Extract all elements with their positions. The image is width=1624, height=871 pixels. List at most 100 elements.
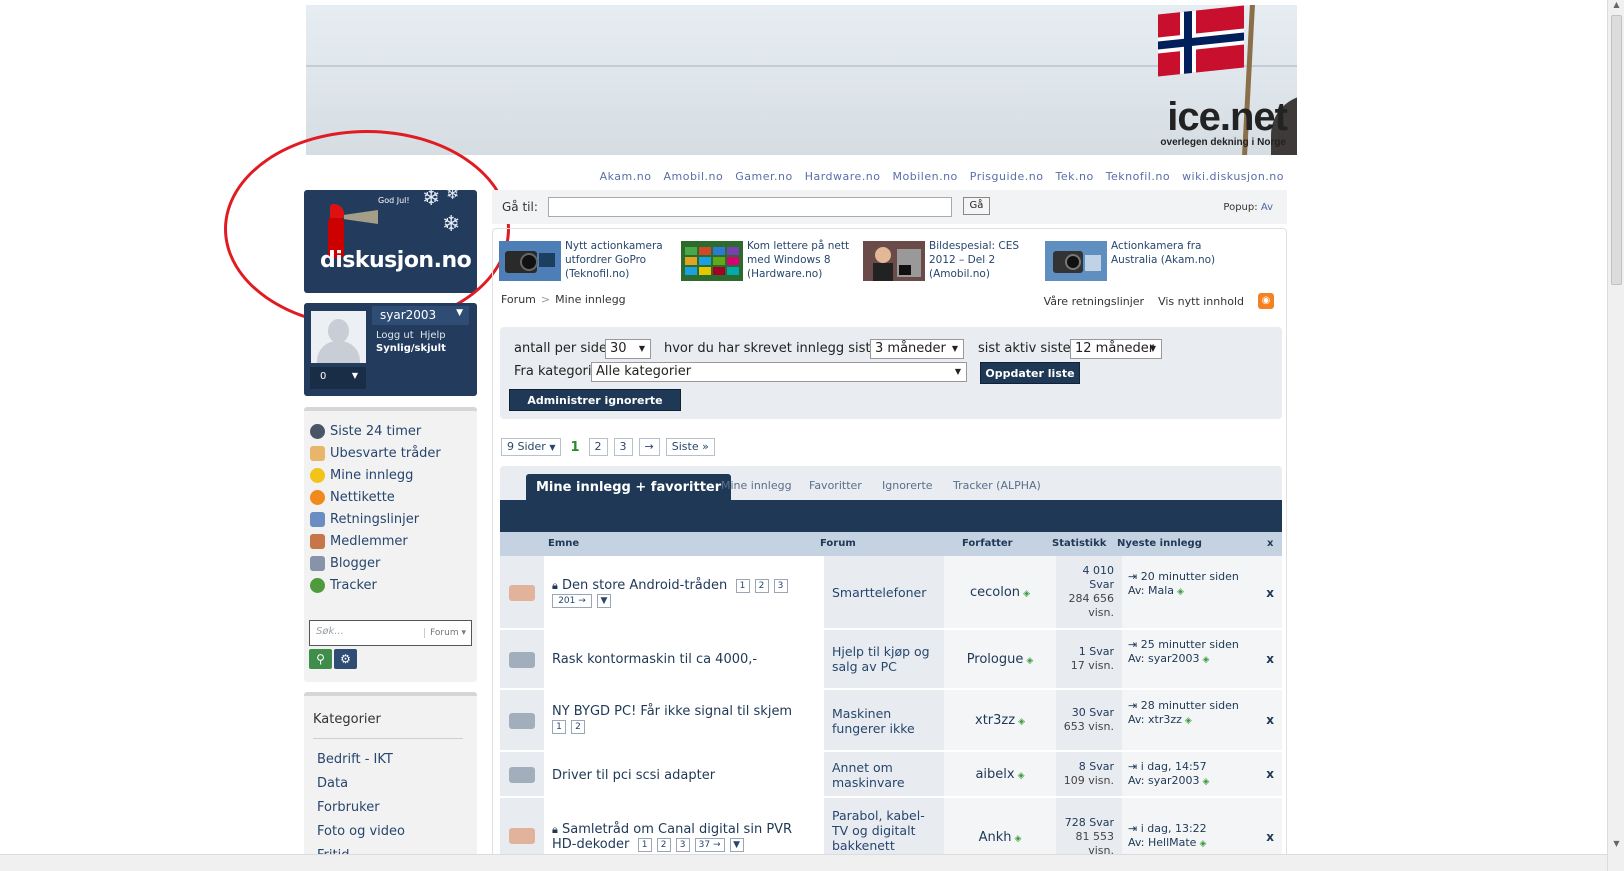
page-jump-dropdown[interactable]: 9 Sider ▼ <box>501 438 562 456</box>
topic-title[interactable]: Driver til pci scsi adapter <box>552 768 715 783</box>
nav-item-last-24h[interactable]: Siste 24 timer <box>310 421 421 441</box>
category-link[interactable]: Foto og video <box>317 824 405 839</box>
topic-page-link[interactable]: 37 → <box>694 837 725 852</box>
topic-title[interactable]: 🔒︎ Den store Android-tråden 123 201 → ▼ <box>552 578 793 608</box>
latest-post[interactable]: ⇥ i dag, 13:22 Av: HellMate ◈ <box>1128 822 1248 851</box>
notifications-dropdown[interactable]: 0 ▼ <box>310 367 366 389</box>
latest-post[interactable]: ⇥ 25 minutter siden Av: syar2003 ◈ <box>1128 638 1248 667</box>
popup-toggle[interactable]: Av <box>1261 202 1273 213</box>
last-page-link[interactable]: Siste » <box>665 438 715 456</box>
nav-item-blogs[interactable]: Blogger <box>310 553 380 573</box>
forum-link[interactable]: Parabol, kabel-TV og digitalt bakkenett <box>832 808 932 853</box>
help-link[interactable]: Hjelp <box>420 330 446 341</box>
visibility-toggle[interactable]: Synlig/skjult <box>376 343 446 354</box>
forum-link[interactable]: Hjelp til kjøp og salg av PC <box>832 644 942 674</box>
forum-link[interactable]: Smarttelefoner <box>832 585 926 600</box>
author-link[interactable]: aibelx ◈ <box>944 767 1056 782</box>
page-link[interactable]: 2 <box>588 438 608 456</box>
news-item[interactable]: Bildespesial: CES 2012 – Del 2 (Amobil.n… <box>863 239 1038 283</box>
author-link[interactable]: Prologue ◈ <box>944 652 1056 667</box>
tab-my-posts[interactable]: Mine innlegg <box>721 479 792 492</box>
rss-icon[interactable]: ◉ <box>1258 293 1274 309</box>
news-item[interactable]: Nytt actionkamera utfordrer GoPro (Tekno… <box>499 239 674 283</box>
search-button[interactable]: ⚲ <box>309 649 332 669</box>
topic-title[interactable]: Rask kontormaskin til ca 4000,- <box>552 652 757 667</box>
manage-ignored-button[interactable]: Administrer ignorerte emner <box>509 389 681 429</box>
nav-item-unanswered[interactable]: Ubesvarte tråder <box>310 443 441 463</box>
goto-button[interactable]: Gå <box>963 197 990 215</box>
network-link[interactable]: Amobil.no <box>663 170 723 183</box>
latest-post[interactable]: ⇥ 20 minutter siden Av: Mala ◈ <box>1128 570 1248 599</box>
network-link[interactable]: wiki.diskusjon.no <box>1182 170 1284 183</box>
scroll-thumb[interactable] <box>1611 15 1622 285</box>
topic-page-link[interactable]: 3 <box>675 837 690 852</box>
update-list-button[interactable]: Oppdater liste <box>980 362 1080 384</box>
per-page-select[interactable]: 30 ▼ <box>605 339 651 359</box>
forum-link[interactable]: Maskinen fungerer ikke <box>832 706 942 736</box>
forum-link[interactable]: Annet om maskinvare <box>832 760 942 790</box>
horizontal-scrollbar[interactable] <box>0 854 1607 871</box>
network-link[interactable]: Hardware.no <box>805 170 881 183</box>
topic-page-link[interactable]: 3 <box>773 578 788 593</box>
remove-topic-button[interactable]: x <box>1266 767 1274 781</box>
author-link[interactable]: xtr3zz ◈ <box>944 713 1056 728</box>
topic-title[interactable]: NY BYGD PC! Får ikke signal til skjem 12 <box>552 704 792 734</box>
author-link[interactable]: cecolon ◈ <box>944 585 1056 600</box>
search-scope-select[interactable]: Forum ▾ <box>424 628 466 638</box>
latest-post[interactable]: ⇥ i dag, 14:57 Av: syar2003 ◈ <box>1128 760 1248 789</box>
topic-page-link[interactable]: 2 <box>571 719 585 734</box>
site-logo[interactable]: God Jul! ❄ ❄ ❄ diskusjon.no <box>304 190 477 293</box>
nav-item-guidelines[interactable]: Retningslinjer <box>310 509 419 529</box>
topic-pages-dropdown[interactable]: ▼ <box>597 593 611 608</box>
news-item[interactable]: Kom lettere på nett med Windows 8 (Hardw… <box>681 239 861 283</box>
vertical-scrollbar[interactable]: ▲ ▼ <box>1607 0 1624 871</box>
remove-topic-button[interactable]: x <box>1266 713 1274 727</box>
tab-favorites[interactable]: Favoritter <box>809 479 862 492</box>
search-input[interactable]: Søk... Forum ▾ <box>309 620 472 646</box>
topic-page-link[interactable]: 1 <box>735 578 750 593</box>
topic-page-link[interactable]: 2 <box>656 837 671 852</box>
network-link[interactable]: Akam.no <box>600 170 652 183</box>
nav-item-tracker[interactable]: Tracker <box>310 575 377 595</box>
network-link[interactable]: Mobilen.no <box>893 170 958 183</box>
search-settings-button[interactable]: ⚙ <box>334 649 357 669</box>
network-link[interactable]: Gamer.no <box>735 170 792 183</box>
remove-topic-button[interactable]: x <box>1266 652 1274 666</box>
latest-post[interactable]: ⇥ 28 minutter siden Av: xtr3zz ◈ <box>1128 699 1248 728</box>
topic-page-link[interactable]: 2 <box>754 578 769 593</box>
remove-topic-button[interactable]: x <box>1266 830 1274 844</box>
author-link[interactable]: Ankh ◈ <box>944 830 1056 845</box>
next-page-button[interactable]: → <box>638 438 660 456</box>
network-link[interactable]: Tek.no <box>1056 170 1094 183</box>
scroll-down-icon[interactable]: ▼ <box>1608 839 1624 854</box>
nav-item-netiquette[interactable]: Nettikette <box>310 487 395 507</box>
topic-pages-dropdown[interactable]: ▼ <box>729 837 744 852</box>
category-select[interactable]: Alle kategorier ▼ <box>591 362 967 382</box>
category-link[interactable]: Data <box>317 776 348 791</box>
topic-page-link[interactable]: 201 → <box>552 593 592 608</box>
show-new-content-link[interactable]: Vis nytt innhold <box>1158 295 1244 308</box>
avatar[interactable] <box>311 311 366 363</box>
scroll-up-icon[interactable]: ▲ <box>1608 0 1624 15</box>
category-link[interactable]: Bedrift - IKT <box>317 752 393 767</box>
tab-ignored[interactable]: Ignorerte <box>882 479 933 492</box>
topic-page-link[interactable]: 1 <box>637 837 652 852</box>
posted-period-select[interactable]: 3 måneder ▼ <box>870 339 964 359</box>
ad-banner[interactable]: ice.net overlegen dekning i Norge <box>306 5 1297 155</box>
logout-link[interactable]: Logg ut <box>376 330 414 341</box>
tab-tracker[interactable]: Tracker (ALPHA) <box>953 479 1041 492</box>
page-link[interactable]: 3 <box>613 438 633 456</box>
topic-page-link[interactable]: 1 <box>552 719 566 734</box>
remove-topic-button[interactable]: x <box>1266 586 1274 600</box>
network-link[interactable]: Prisguide.no <box>970 170 1044 183</box>
active-period-select[interactable]: 12 måneder ▼ <box>1070 339 1162 359</box>
category-link[interactable]: Forbruker <box>317 800 380 815</box>
nav-item-my-posts[interactable]: Mine innlegg <box>310 465 413 485</box>
username-menu[interactable]: syar2003 ▼ <box>372 306 469 325</box>
goto-input[interactable] <box>548 197 952 217</box>
nav-item-members[interactable]: Medlemmer <box>310 531 408 551</box>
breadcrumb-forum-link[interactable]: Forum <box>501 293 536 306</box>
guidelines-link[interactable]: Våre retningslinjer <box>1044 295 1144 308</box>
network-link[interactable]: Teknofil.no <box>1106 170 1170 183</box>
topic-title[interactable]: 🔒︎ Samletråd om Canal digital sin PVR HD… <box>552 822 814 852</box>
